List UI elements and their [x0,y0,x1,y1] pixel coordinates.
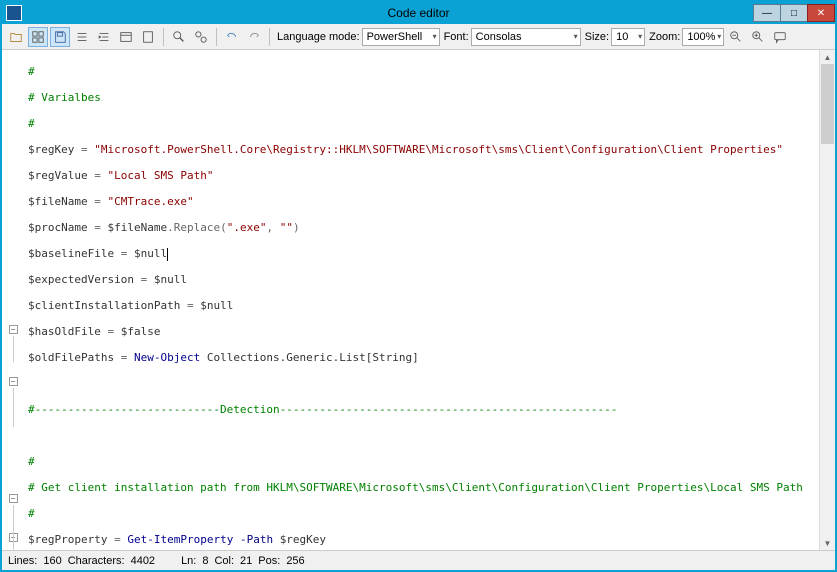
open-file-button[interactable] [6,27,26,47]
redo-button[interactable] [244,27,264,47]
window-title: Code editor [387,6,449,20]
toolbar-separator [269,28,270,46]
indent-button[interactable] [94,27,114,47]
status-pos-label: Pos: [258,555,280,567]
fold-toggle[interactable]: − [2,375,24,388]
undo-button[interactable] [222,27,242,47]
status-chars-value: 4402 [131,555,155,567]
zoom-out-button[interactable] [726,27,746,47]
status-pos-value: 256 [286,555,304,567]
status-ln-value: 8 [202,555,208,567]
status-chars-label: Characters: [68,555,125,567]
status-col-label: Col: [214,555,234,567]
app-icon [6,5,22,21]
minimize-button[interactable]: — [753,4,781,22]
toolbar-separator [163,28,164,46]
list-button[interactable] [72,27,92,47]
outdent-button[interactable] [116,27,136,47]
fold-toggle[interactable]: − [2,531,24,544]
grid-button[interactable] [28,27,48,47]
close-button[interactable]: ✕ [807,4,835,22]
status-bar: Lines: 160 Characters: 4402 Ln: 8 Col: 2… [2,550,835,570]
language-select[interactable]: PowerShell [362,28,440,46]
font-label: Font: [444,31,469,43]
scroll-down-arrow[interactable]: ▼ [820,536,835,550]
editor-area: − − − − − − # # Varialbes # $regKey = "M… [2,50,835,550]
fold-toggle[interactable]: − [2,323,24,336]
save-button[interactable] [50,27,70,47]
search-button[interactable] [169,27,189,47]
window-controls: — □ ✕ [753,4,835,22]
title-bar: Code editor — □ ✕ [2,2,835,24]
zoom-label: Zoom: [649,31,680,43]
toolbar-separator [216,28,217,46]
replace-button[interactable] [191,27,211,47]
zoom-in-button[interactable] [748,27,768,47]
code-editor[interactable]: # # Varialbes # $regKey = "Microsoft.Pow… [24,50,819,550]
text-cursor [167,248,168,261]
language-label: Language mode: [277,31,360,43]
scroll-thumb[interactable] [821,64,834,144]
status-lines-label: Lines: [8,555,37,567]
comment-button[interactable] [770,27,790,47]
status-lines-value: 160 [43,555,61,567]
status-col-value: 21 [240,555,252,567]
status-ln-label: Ln: [181,555,196,567]
size-select[interactable]: 10 [611,28,645,46]
fold-toggle[interactable]: − [2,492,24,505]
toolbar: Language mode: PowerShell Font: Consolas… [2,24,835,50]
zoom-select[interactable]: 100% [682,28,724,46]
scroll-up-arrow[interactable]: ▲ [820,50,835,64]
vertical-scrollbar[interactable]: ▲ ▼ [819,50,835,550]
font-select[interactable]: Consolas [471,28,581,46]
page-button[interactable] [138,27,158,47]
maximize-button[interactable]: □ [780,4,808,22]
size-label: Size: [585,31,609,43]
fold-gutter: − − − − − − [2,50,24,550]
